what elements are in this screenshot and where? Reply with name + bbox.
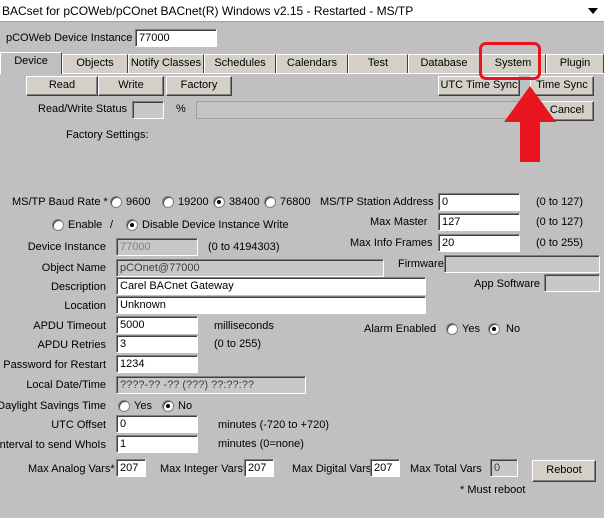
- max-analog-label: Max Analog Vars*: [28, 463, 115, 475]
- whois-range: minutes (0=none): [218, 438, 304, 450]
- baud-38400-label: 38400: [229, 196, 260, 208]
- baud-76800-label: 76800: [280, 196, 311, 208]
- device-instance-label: Device Instance: [27, 241, 106, 253]
- utc-offset-label: UTC Offset: [51, 419, 106, 431]
- baud-9600-label: 9600: [126, 196, 151, 208]
- dst-yes-label: Yes: [134, 400, 152, 412]
- device-instance-range: (0 to 4194303): [208, 241, 280, 253]
- apdu-timeout-input[interactable]: 5000: [116, 316, 198, 334]
- app-software-label: App Software: [474, 278, 541, 290]
- dropdown-arrow-icon[interactable]: [588, 8, 598, 14]
- disable-write-label: Disable Device Instance Write: [142, 219, 289, 231]
- utc-offset-range: minutes (-720 to +720): [218, 419, 329, 431]
- dst-yes-radio[interactable]: [118, 400, 130, 412]
- max-digital-label: Max Digital Vars*: [292, 463, 376, 475]
- description-input[interactable]: Carel BACnet Gateway: [116, 277, 426, 295]
- factory-settings-label: Factory Settings:: [66, 129, 149, 141]
- description-label: Description: [50, 281, 106, 293]
- write-button[interactable]: Write: [98, 76, 164, 96]
- apdu-timeout-label: APDU Timeout: [33, 320, 106, 332]
- factory-button[interactable]: Factory: [166, 76, 232, 96]
- apdu-retries-range: (0 to 255): [214, 338, 262, 350]
- percent-label: %: [176, 103, 186, 115]
- max-info-frames-input[interactable]: 20: [438, 234, 520, 252]
- apdu-retries-input[interactable]: 3: [116, 335, 198, 353]
- apdu-retries-label: APDU Retries: [37, 339, 106, 351]
- tab-objects[interactable]: Objects: [62, 54, 128, 73]
- whois-input[interactable]: 1: [116, 435, 198, 453]
- max-digital-input[interactable]: 207: [370, 459, 400, 477]
- baud-9600-radio[interactable]: [110, 196, 122, 208]
- max-info-frames-label: Max Info Frames: [350, 237, 433, 249]
- max-info-frames-range: (0 to 255): [536, 237, 584, 249]
- rw-status-input: [132, 101, 164, 119]
- location-input[interactable]: Unknown: [116, 296, 426, 314]
- whois-label: Interval to send WhoIs: [0, 439, 106, 451]
- tab-calendars[interactable]: Calendars: [276, 54, 348, 73]
- max-master-input[interactable]: 127: [438, 213, 520, 231]
- max-integer-input[interactable]: 207: [244, 459, 274, 477]
- tab-notify-classes[interactable]: Notify Classes: [128, 54, 204, 73]
- dst-no-label: No: [178, 400, 193, 412]
- arrow-up-icon: [504, 86, 556, 162]
- baud-rate-label: MS/TP Baud Rate *: [12, 196, 108, 208]
- local-datetime-input: ????-?? -?? (???) ??:??:??: [116, 376, 306, 394]
- enable-radio[interactable]: [52, 219, 64, 231]
- baud-76800-radio[interactable]: [264, 196, 276, 208]
- object-name-input: pCOnet@77000: [116, 259, 384, 277]
- must-reboot-note: * Must reboot: [460, 484, 526, 496]
- password-label: Password for Restart: [3, 359, 106, 371]
- max-master-label: Max Master: [370, 216, 428, 228]
- read-button[interactable]: Read: [26, 76, 98, 96]
- object-name-label: Object Name: [41, 262, 106, 274]
- progress-bar: [196, 101, 536, 119]
- baud-19200-radio[interactable]: [162, 196, 174, 208]
- tab-plugin[interactable]: Plugin: [546, 54, 604, 73]
- reboot-button[interactable]: Reboot: [532, 460, 596, 482]
- baud-38400-radio[interactable]: [213, 196, 225, 208]
- baud-19200-label: 19200: [178, 196, 209, 208]
- alarm-enabled-label: Alarm Enabled: [364, 323, 437, 335]
- tab-test[interactable]: Test: [348, 54, 408, 73]
- title-bar: BACset for pCOWeb/pCOnet BACnet(R) Windo…: [0, 0, 604, 22]
- max-total-label: Max Total Vars: [410, 463, 482, 475]
- slash-label: /: [110, 219, 114, 231]
- device-instance-header-input[interactable]: 77000: [135, 29, 217, 47]
- max-analog-input[interactable]: 207: [116, 459, 146, 477]
- password-input[interactable]: 1234: [116, 355, 198, 373]
- location-label: Location: [64, 300, 106, 312]
- device-instance-header-label: pCOWeb Device Instance: [6, 32, 133, 44]
- alarm-yes-label: Yes: [462, 323, 480, 335]
- utc-offset-input[interactable]: 0: [116, 415, 198, 433]
- station-address-label: MS/TP Station Address: [320, 196, 434, 208]
- enable-label: Enable: [68, 219, 103, 231]
- firmware-input: [444, 255, 600, 273]
- system-tab-highlight: [479, 42, 541, 80]
- max-master-range: (0 to 127): [536, 216, 584, 228]
- apdu-timeout-unit: milliseconds: [214, 320, 274, 332]
- disable-write-radio[interactable]: [126, 219, 138, 231]
- device-instance-input: 77000: [116, 238, 198, 256]
- app-software-input: [544, 274, 600, 292]
- max-integer-label: Max Integer Vars*: [160, 463, 248, 475]
- firmware-label: Firmware: [398, 258, 444, 270]
- alarm-no-label: No: [506, 323, 521, 335]
- window-title: BACset for pCOWeb/pCOnet BACnet(R) Windo…: [2, 4, 414, 18]
- tab-database[interactable]: Database: [408, 54, 480, 73]
- alarm-no-radio[interactable]: [488, 323, 500, 335]
- rw-status-label: Read/Write Status: [38, 103, 128, 115]
- tab-schedules[interactable]: Schedules: [204, 54, 276, 73]
- dst-no-radio[interactable]: [162, 400, 174, 412]
- alarm-yes-radio[interactable]: [446, 323, 458, 335]
- station-address-range: (0 to 127): [536, 196, 584, 208]
- dst-label: Daylight Savings Time: [0, 400, 106, 412]
- tab-device[interactable]: Device: [0, 52, 62, 74]
- station-address-input[interactable]: 0: [438, 193, 520, 211]
- max-total-input: 0: [490, 459, 518, 477]
- local-datetime-label: Local Date/Time: [26, 379, 106, 391]
